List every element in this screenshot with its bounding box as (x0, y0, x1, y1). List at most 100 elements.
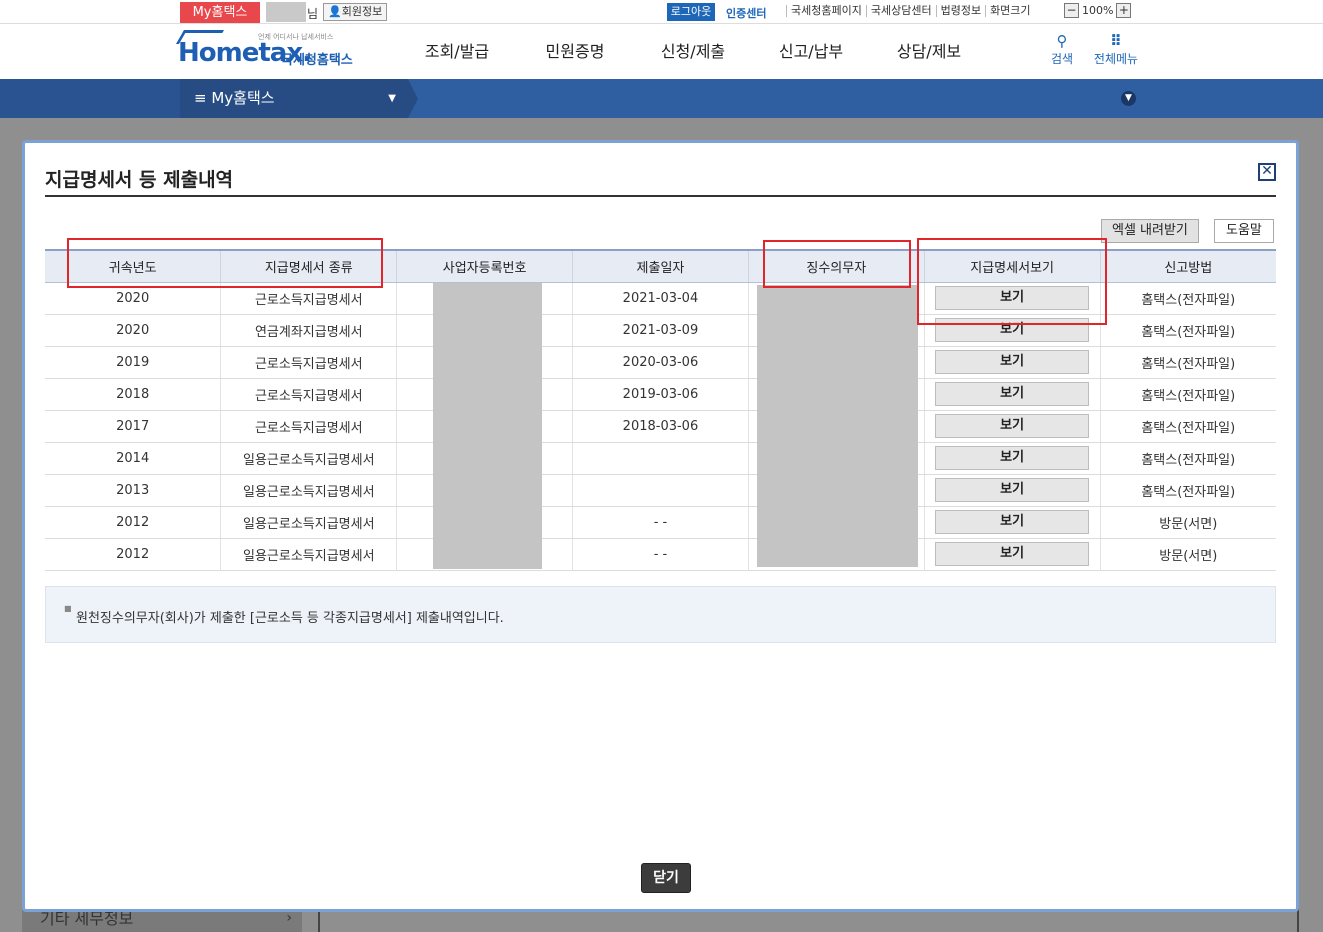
nav-apply-submit[interactable]: 신청/제출 (634, 24, 752, 79)
cell-method: 홈택스(전자파일) (1100, 282, 1276, 315)
person-icon: 👤 (328, 5, 342, 18)
hamburger-icon: ≡ (194, 89, 207, 107)
help-button[interactable]: 도움말 (1214, 219, 1274, 243)
cell-year: 2014 (45, 442, 222, 475)
col-submit-date: 제출일자 (572, 249, 749, 283)
cell-method: 방문(서면) (1100, 506, 1276, 539)
cell-type: 일용근로소득지급명세서 (220, 474, 398, 507)
note-text: 원천징수의무자(회사)가 제출한 [근로소득 등 각종지급명세서] 제출내역입니… (76, 611, 504, 626)
cell-view: 보기 (924, 442, 1101, 475)
main-nav: 조회/발급 민원증명 신청/제출 신고/납부 상담/제보 (398, 24, 988, 79)
util-link-nts-home[interactable]: 국세청홈페이지 (786, 5, 866, 17)
cell-submit-date: 2019-03-06 (572, 378, 749, 411)
cell-type: 근로소득지급명세서 (220, 410, 398, 443)
cell-submit-date: 2018-03-06 (572, 410, 749, 443)
breadcrumb-left-spacer (0, 79, 180, 118)
cell-method: 홈택스(전자파일) (1100, 474, 1276, 507)
table-row: 2014 일용근로소득지급명세서 보기 홈택스(전자파일) (45, 442, 1276, 475)
breadcrumb-label: My홈택스 (211, 89, 275, 107)
cell-view: 보기 (924, 378, 1101, 411)
cell-submit-date (572, 442, 749, 475)
cert-center-link[interactable]: 인증센터 (726, 5, 766, 21)
search-icon: ⚲ (1056, 32, 1068, 50)
cell-view: 보기 (924, 410, 1101, 443)
col-biz-no: 사업자등록번호 (396, 249, 574, 283)
view-button[interactable]: 보기 (935, 350, 1090, 374)
logout-button[interactable]: 로그아웃 (667, 3, 715, 21)
nav-report-pay[interactable]: 신고/납부 (752, 24, 870, 79)
nav-inquiry-issue[interactable]: 조회/발급 (398, 24, 516, 79)
view-button[interactable]: 보기 (935, 382, 1090, 406)
breadcrumb-my-hometax[interactable]: ≡ My홈택스 ▼ (180, 79, 408, 118)
table-row: 2013 일용근로소득지급명세서 보기 홈택스(전자파일) (45, 474, 1276, 507)
view-button[interactable]: 보기 (935, 446, 1090, 470)
breadcrumb-bar: ≡ My홈택스 ▼ ▼ (0, 79, 1323, 118)
cell-view: 보기 (924, 346, 1101, 379)
cell-method: 방문(서면) (1100, 538, 1276, 571)
nav-certificate[interactable]: 민원증명 (516, 24, 634, 79)
cell-type: 일용근로소득지급명세서 (220, 538, 398, 571)
cell-submit-date (572, 474, 749, 507)
cell-type: 근로소득지급명세서 (220, 378, 398, 411)
table-row: 2012 일용근로소득지급명세서 - - 보기 방문(서면) (45, 538, 1276, 571)
zoom-control: − 100% + (1064, 3, 1132, 18)
util-link-screen-size: 화면크기 (985, 5, 1034, 17)
util-link-consult-center[interactable]: 국세상담센터 (865, 5, 936, 17)
cell-submit-date: - - (572, 506, 749, 539)
logo-subtitle: 국세청홈택스 (281, 53, 353, 68)
cell-year: 2017 (45, 410, 222, 443)
table-row: 2018 근로소득지급명세서 2019-03-06 보기 홈택스(전자파일) (45, 378, 1276, 411)
view-button[interactable]: 보기 (935, 478, 1090, 502)
zoom-value: 100% (1082, 4, 1114, 17)
cell-type: 일용근로소득지급명세서 (220, 506, 398, 539)
cell-type: 근로소득지급명세서 (220, 346, 398, 379)
zoom-out-button[interactable]: − (1064, 3, 1079, 18)
zoom-in-button[interactable]: + (1116, 3, 1132, 18)
cell-submit-date: 2021-03-09 (572, 314, 749, 347)
cell-view: 보기 (924, 474, 1101, 507)
cell-method: 홈택스(전자파일) (1100, 314, 1276, 347)
search-label: 검색 (1050, 52, 1074, 66)
search-button[interactable]: ⚲ 검색 (1044, 32, 1080, 67)
util-link-law-info[interactable]: 법령정보 (935, 5, 985, 17)
hometax-logo[interactable]: 언제 어디서나 납세서비스 Hometax. 국세청홈택스 (175, 30, 363, 72)
title-divider (45, 195, 1276, 197)
cell-view: 보기 (924, 506, 1101, 539)
caret-down-icon: ▼ (388, 93, 396, 104)
close-button[interactable]: 닫기 (641, 863, 691, 893)
redacted-payers (757, 285, 918, 567)
view-button[interactable]: 보기 (935, 542, 1090, 566)
expand-down-icon[interactable]: ▼ (1121, 91, 1136, 106)
table-row: 2017 근로소득지급명세서 2018-03-06 보기 홈택스(전자파일) (45, 410, 1276, 443)
cell-submit-date: 2020-03-06 (572, 346, 749, 379)
excel-download-button[interactable]: 엑셀 내려받기 (1101, 219, 1199, 243)
redacted-biz-numbers (433, 283, 542, 569)
info-note: ■ 원천징수의무자(회사)가 제출한 [근로소득 등 각종지급명세서] 제출내역… (45, 586, 1276, 643)
username-suffix: 님 (307, 7, 319, 21)
all-menu-button[interactable]: ⠿ 전체메뉴 (1088, 32, 1144, 67)
highlight-box-payer (763, 240, 911, 288)
nav-consult-report[interactable]: 상담/제보 (870, 24, 988, 79)
cell-year: 2013 (45, 474, 222, 507)
view-button[interactable]: 보기 (935, 414, 1090, 438)
view-button[interactable]: 보기 (935, 510, 1090, 534)
close-icon[interactable]: ✕ (1258, 163, 1276, 181)
utility-bar: My홈택스 님 👤회원정보 로그아웃 인증센터 국세청홈페이지 국세상담센터 법… (0, 0, 1323, 24)
highlight-box-year-type (67, 238, 383, 288)
cell-view: 보기 (924, 538, 1101, 571)
cell-type: 일용근로소득지급명세서 (220, 442, 398, 475)
member-info-button[interactable]: 👤회원정보 (323, 3, 388, 21)
cell-year: 2020 (45, 314, 222, 347)
cell-year: 2018 (45, 378, 222, 411)
cell-year: 2012 (45, 538, 222, 571)
cell-submit-date: - - (572, 538, 749, 571)
cell-method: 홈택스(전자파일) (1100, 378, 1276, 411)
col-method: 신고방법 (1100, 249, 1276, 283)
grid-icon: ⠿ (1110, 32, 1122, 50)
cell-type: 연금계좌지급명세서 (220, 314, 398, 347)
modal-title: 지급명세서 등 제출내역 (45, 169, 234, 191)
my-hometax-badge[interactable]: My홈택스 (180, 2, 260, 23)
table-row: 2012 일용근로소득지급명세서 - - 보기 방문(서면) (45, 506, 1276, 539)
cell-method: 홈택스(전자파일) (1100, 346, 1276, 379)
bullet-icon: ■ (64, 604, 72, 613)
